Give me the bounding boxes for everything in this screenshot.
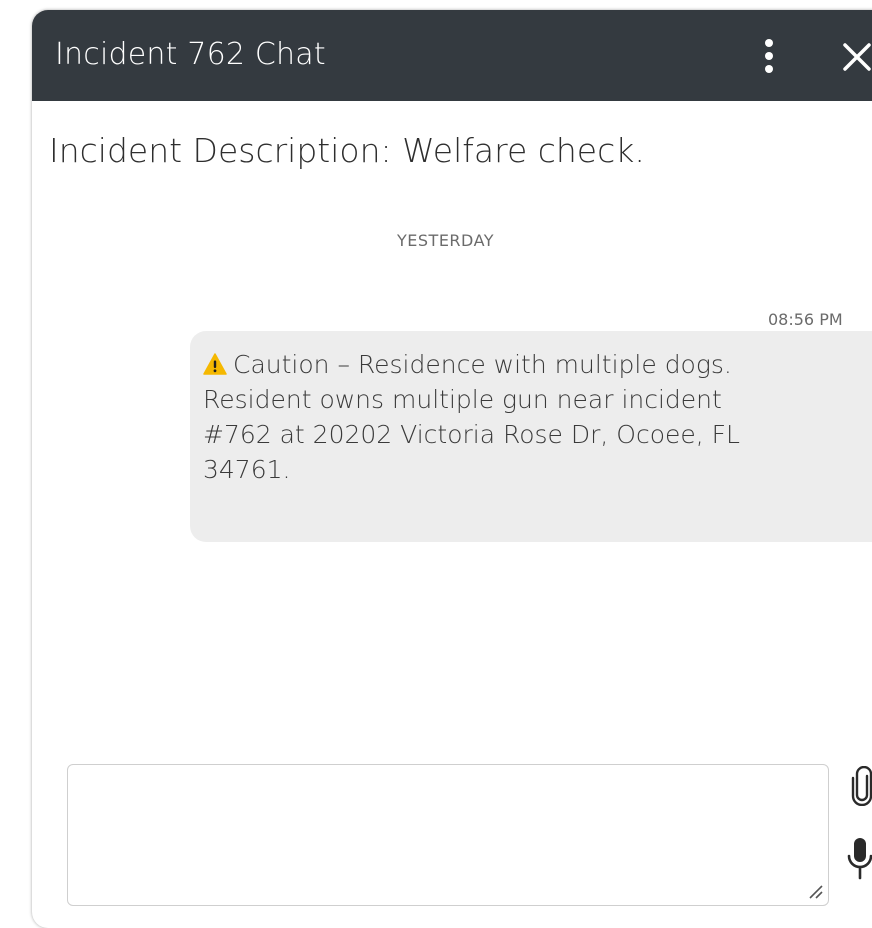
- close-icon[interactable]: [837, 37, 872, 77]
- day-divider: YESTERDAY: [397, 231, 495, 250]
- message-text: Caution – Residence with multiple dogs. …: [203, 350, 740, 484]
- chat-window: Incident 762 Chat Incident Description: …: [32, 10, 872, 928]
- message-timestamp: 08:56 PM: [768, 310, 843, 329]
- paperclip-icon[interactable]: [850, 766, 872, 806]
- message-input[interactable]: [67, 764, 829, 906]
- message-bubble: Caution – Residence with multiple dogs. …: [190, 331, 872, 542]
- warning-icon: [203, 353, 227, 375]
- chat-titlebar: Incident 762 Chat: [32, 10, 872, 101]
- incident-description: Incident Description: Welfare check.: [49, 131, 645, 170]
- microphone-icon[interactable]: [845, 836, 872, 884]
- more-vertical-icon[interactable]: [759, 38, 779, 74]
- resize-handle-icon[interactable]: [804, 880, 824, 900]
- chat-title: Incident 762 Chat: [55, 37, 326, 72]
